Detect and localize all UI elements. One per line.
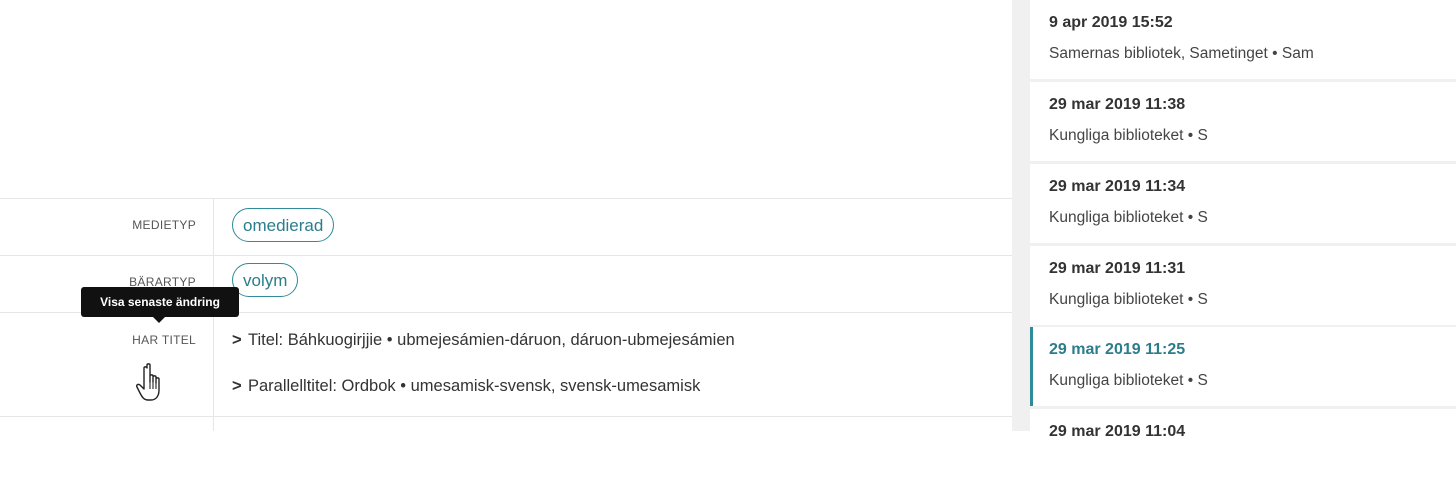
chevron-right-icon: >	[232, 377, 242, 395]
field-label-har-titel: HAR TITEL	[132, 333, 196, 347]
barartyp-value-pill[interactable]: volym	[232, 263, 299, 297]
titel-text: Titel: Báhkuogirjjie • ubmejesámien-dáru…	[248, 331, 735, 349]
history-entry-author: Samernas bibliotek, Sametinget • Sam	[1049, 45, 1314, 62]
history-entry-date: 29 mar 2019 11:38	[1049, 96, 1186, 113]
parallelltitel-item[interactable]: > Parallelltitel: Ordbok • umesamisk-sven…	[232, 377, 700, 396]
history-entry-date: 29 mar 2019 11:25	[1049, 341, 1186, 358]
field-label-medietyp: MEDIETYP	[132, 218, 196, 232]
change-history-panel: 9 apr 2019 15:52 Samernas bibliotek, Sam…	[1012, 0, 1456, 488]
field-row-medietyp: MEDIETYP omedierad	[0, 198, 1012, 256]
record-form: MEDIETYP omedierad BÄRARTYP volym HAR TI…	[0, 0, 1012, 431]
history-entry-author: Kungliga biblioteket • S	[1049, 372, 1208, 389]
history-entry[interactable]: 9 apr 2019 15:52 Samernas bibliotek, Sam…	[1030, 0, 1456, 79]
history-entry-date: 9 apr 2019 15:52	[1049, 14, 1173, 31]
history-entry-date: 29 mar 2019 11:34	[1049, 178, 1186, 195]
history-entry[interactable]: 29 mar 2019 11:31 Kungliga biblioteket •…	[1030, 246, 1456, 325]
chevron-right-icon: >	[232, 331, 242, 349]
history-entry-author: Kungliga biblioteket • S	[1049, 127, 1208, 144]
titel-item[interactable]: > Titel: Báhkuogirjjie • ubmejesámien-dár…	[232, 331, 735, 350]
history-entry[interactable]: 29 mar 2019 11:38 Kungliga biblioteket •…	[1030, 82, 1456, 161]
history-entry[interactable]: 29 mar 2019 11:34 Kungliga biblioteket •…	[1030, 164, 1456, 243]
history-entry-author: Kungliga biblioteket • S	[1049, 209, 1208, 226]
medietyp-value-pill[interactable]: omedierad	[232, 208, 335, 242]
history-entry-author: Kungliga biblioteket • S	[1049, 291, 1208, 308]
field-row-next	[0, 416, 1012, 432]
parallelltitel-text: Parallelltitel: Ordbok • umesamisk-svens…	[248, 377, 701, 395]
history-entry-date: 29 mar 2019 11:31	[1049, 260, 1186, 277]
history-entry-selected[interactable]: 29 mar 2019 11:25 Kungliga biblioteket •…	[1030, 327, 1456, 406]
hand-pointer-icon	[136, 363, 160, 401]
tooltip-show-latest-change: Visa senaste ändring	[81, 287, 239, 323]
history-entry[interactable]: 29 mar 2019 11:04	[1030, 409, 1456, 488]
history-entry-date: 29 mar 2019 11:04	[1049, 423, 1186, 440]
